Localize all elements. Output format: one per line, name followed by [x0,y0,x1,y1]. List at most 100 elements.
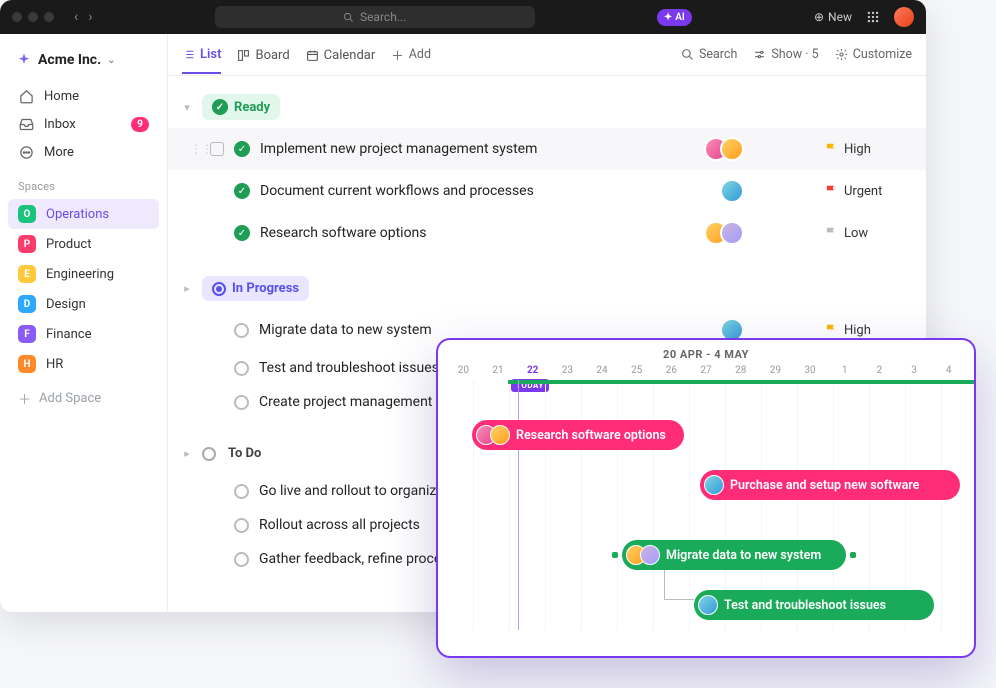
open-circle-icon [234,323,249,338]
view-tab-board[interactable]: Board [237,48,289,73]
task-row[interactable]: ⋮⋮✓Implement new project management syst… [168,128,926,170]
gantt-day[interactable]: 21 [481,365,516,376]
ai-button[interactable]: ✦ AI [657,9,692,26]
sidebar-nav-inbox[interactable]: Inbox9 [8,110,159,138]
drag-handle-icon[interactable]: ⋮⋮ [190,142,200,156]
space-icon: O [18,205,36,223]
list-icon [182,48,195,61]
gantt-day[interactable]: 23 [550,365,585,376]
group-header-inprog[interactable]: ▸In Progress [168,268,926,309]
board-icon [237,49,250,62]
customize-button[interactable]: Customize [835,47,912,62]
sidebar-space-operations[interactable]: OOperations [8,199,159,229]
gantt-day[interactable]: 1 [827,365,862,376]
add-view-button[interactable]: ＋ Add [391,45,431,64]
status-label: Ready [234,100,270,115]
avatar [640,545,660,565]
avatar [720,137,744,161]
sidebar-item-label: Inbox [44,117,76,132]
gantt-day[interactable]: 27 [689,365,724,376]
gantt-day[interactable]: 20 [446,365,481,376]
gantt-bar[interactable]: Test and troubleshoot issues [694,590,934,620]
view-toolbar: ListBoardCalendar ＋ Add Search Show · 5 … [168,34,926,76]
task-row[interactable]: ✓Document current workflows and processe… [168,170,926,212]
priority-label: Low [844,226,868,241]
gantt-day[interactable]: 24 [585,365,620,376]
priority[interactable]: High [824,323,914,338]
open-circle-icon [234,395,249,410]
apps-grid-icon[interactable] [866,10,880,24]
gantt-bar[interactable]: Research software options [472,420,684,450]
sparkle-icon: ✦ [664,12,672,23]
sidebar-nav-home[interactable]: Home [8,82,159,110]
avatar [698,595,718,615]
task-name: Migrate data to new system [259,322,710,338]
gantt-day[interactable]: 2 [862,365,897,376]
flag-icon [824,323,838,337]
group-header-ready[interactable]: ▾✓Ready [168,86,926,128]
back-icon[interactable]: ‹ [74,9,78,25]
resize-handle[interactable] [612,552,618,558]
search-placeholder: Search... [360,10,406,24]
gantt-day[interactable]: 4 [931,365,966,376]
add-space-button[interactable]: ＋ Add Space [8,381,159,416]
chevron-icon: ▸ [180,447,194,460]
gantt-day[interactable]: 22 [515,365,550,376]
nav-arrows[interactable]: ‹ › [74,9,92,25]
view-tab-label: Calendar [324,48,376,63]
gantt-body[interactable]: Research software options Purchase and se… [438,380,974,630]
search-button[interactable]: Search [681,47,737,62]
user-avatar[interactable] [894,7,914,27]
task-row[interactable]: ✓Research software optionsLow [168,212,926,254]
global-search[interactable]: Search... [215,6,535,28]
view-tab-list[interactable]: List [182,47,221,74]
show-button[interactable]: Show · 5 [753,47,818,62]
assignees[interactable] [704,137,744,161]
inbox-icon [18,116,34,132]
sidebar-space-product[interactable]: PProduct [8,229,159,259]
priority[interactable]: High [824,142,914,157]
priority[interactable]: Low [824,226,914,241]
assignees[interactable] [720,179,744,203]
sidebar-item-label: Design [46,297,86,312]
window-controls[interactable] [12,12,54,22]
gantt-day[interactable]: 29 [758,365,793,376]
gantt-day[interactable]: 25 [619,365,654,376]
avatar [720,179,744,203]
check-circle-icon: ✓ [234,141,250,157]
sidebar-item-label: Home [44,89,79,104]
gantt-day[interactable]: 30 [793,365,828,376]
calendar-icon [306,49,319,62]
space-icon: E [18,265,36,283]
sidebar-space-finance[interactable]: FFinance [8,319,159,349]
view-tab-label: List [200,47,221,62]
view-tab-calendar[interactable]: Calendar [306,48,376,73]
open-circle-icon [202,447,216,461]
sidebar-space-design[interactable]: DDesign [8,289,159,319]
gantt-bar[interactable]: Purchase and setup new software [700,470,960,500]
open-circle-icon [234,552,249,567]
new-button[interactable]: ⊕ New [814,10,852,24]
workspace-logo-icon [16,52,32,68]
flag-icon [824,184,838,198]
forward-icon[interactable]: › [88,9,92,25]
sidebar-item-label: Finance [46,327,91,342]
spaces-heading: Spaces [8,168,159,197]
task-name: Research software options [260,225,694,241]
assignees[interactable] [704,221,744,245]
gantt-day[interactable]: 28 [723,365,758,376]
search-icon [343,12,354,23]
sidebar-nav-more[interactable]: More [8,138,159,166]
checkbox[interactable] [210,142,224,156]
gantt-day[interactable]: 3 [897,365,932,376]
sidebar-space-hr[interactable]: HHR [8,349,159,379]
sidebar-space-engineering[interactable]: EEngineering [8,259,159,289]
priority[interactable]: Urgent [824,184,914,199]
workspace-switcher[interactable]: Acme Inc. ⌄ [8,46,159,74]
gantt-progress-line [508,380,974,384]
gantt-bar[interactable]: Migrate data to new system [622,540,846,570]
priority-label: High [844,142,871,157]
resize-handle[interactable] [850,552,856,558]
home-icon [18,88,34,104]
gantt-day[interactable]: 26 [654,365,689,376]
